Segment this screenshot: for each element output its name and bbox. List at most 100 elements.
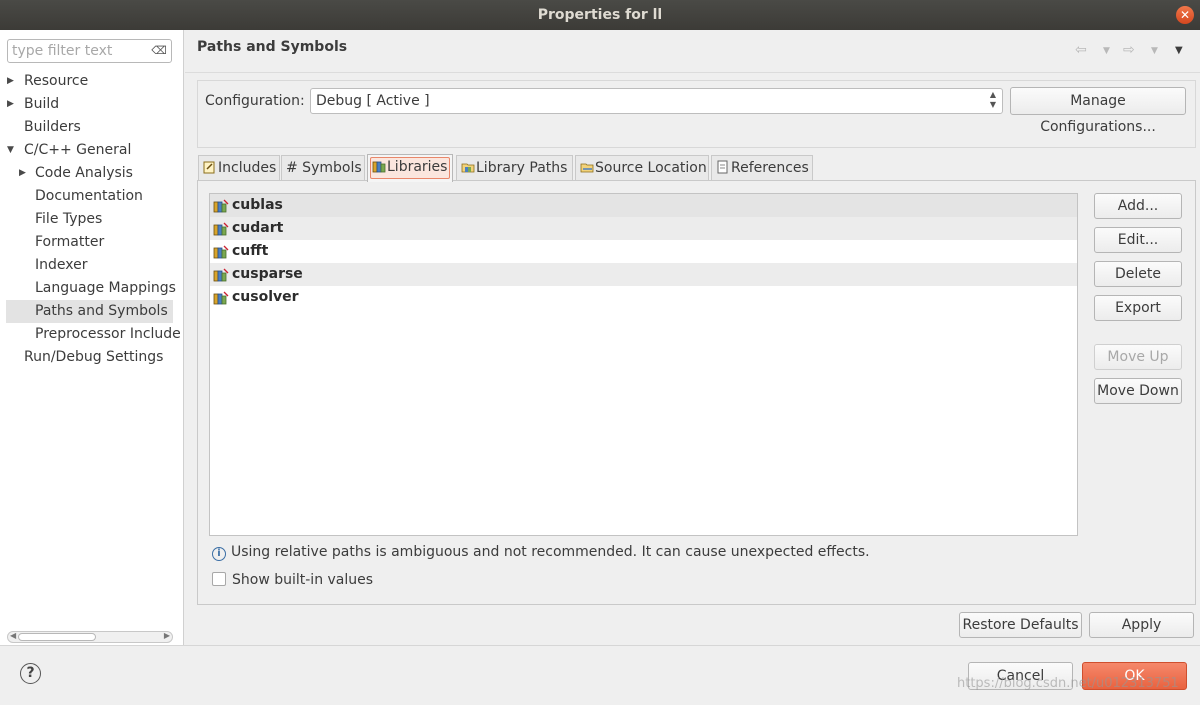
footer-separator xyxy=(0,645,1200,646)
library-name: cufft xyxy=(232,243,269,259)
show-builtin-checkbox[interactable] xyxy=(212,572,226,586)
move-down-button[interactable]: Move Down xyxy=(1094,378,1182,404)
header-separator xyxy=(185,72,1200,73)
expand-arrow-icon[interactable]: ▶ xyxy=(7,93,14,116)
libraries-tab-content: cublas cudart cufft cusparse cusolver Ad… xyxy=(197,180,1196,605)
libraries-list[interactable]: cublas cudart cufft cusparse cusolver xyxy=(209,193,1078,536)
tree-item-cpp-general[interactable]: ▼ C/C++ General xyxy=(0,139,183,162)
select-spinner-icon: ▲ ▼ xyxy=(989,90,996,109)
filter-input[interactable] xyxy=(12,40,150,62)
collapse-arrow-icon[interactable]: ▼ xyxy=(7,139,14,162)
tree-item-paths-and-symbols[interactable]: Paths and Symbols xyxy=(6,300,173,323)
tree-item-formatter[interactable]: Formatter xyxy=(0,231,183,254)
tree-item-run-debug-settings[interactable]: Run/Debug Settings xyxy=(0,346,183,369)
back-menu-icon[interactable]: ▼ xyxy=(1103,46,1110,56)
export-library-button[interactable]: Export xyxy=(1094,295,1182,321)
tree-item-language-mappings[interactable]: Language Mappings xyxy=(0,277,183,300)
libraries-icon xyxy=(372,157,387,173)
tree-item-label: Documentation xyxy=(35,188,143,204)
tab-label: Libraries xyxy=(387,159,448,175)
tree-item-label: Preprocessor Include xyxy=(35,326,181,342)
configuration-label: Configuration: xyxy=(205,93,305,109)
watermark: https://blog.csdn.net/u012313751 xyxy=(957,676,1179,691)
warning-text: Using relative paths is ambiguous and no… xyxy=(231,544,870,560)
tab-label: Includes xyxy=(218,160,277,176)
scroll-left-icon[interactable]: ◀ xyxy=(10,631,16,640)
library-paths-icon xyxy=(461,158,476,173)
tree-item-resource[interactable]: ▶ Resource xyxy=(0,70,183,93)
configuration-select[interactable]: Debug [ Active ] ▲ ▼ xyxy=(310,88,1003,114)
list-item[interactable]: cudart xyxy=(210,217,1077,240)
list-item[interactable]: cusolver xyxy=(210,286,1077,309)
restore-defaults-button[interactable]: Restore Defaults xyxy=(959,612,1082,638)
library-icon xyxy=(213,221,229,236)
library-name: cudart xyxy=(232,220,284,236)
library-name: cusolver xyxy=(232,289,299,305)
references-icon xyxy=(716,158,731,174)
tree-item-label: C/C++ General xyxy=(24,142,132,158)
library-name: cusparse xyxy=(232,266,303,282)
library-icon xyxy=(213,267,229,282)
window-title: Properties for ll xyxy=(537,7,663,23)
tree-item-label: Paths and Symbols xyxy=(35,303,168,319)
tree-item-label: Formatter xyxy=(35,234,105,250)
delete-library-button[interactable]: Delete xyxy=(1094,261,1182,287)
property-tree: ▶ Resource ▶ Build Builders ▼ C/C++ General… xyxy=(0,70,183,369)
tab-libraries[interactable]: Libraries xyxy=(367,154,453,182)
filter-box: ⌫ xyxy=(7,39,172,63)
forward-menu-icon[interactable]: ▼ xyxy=(1151,46,1158,56)
tree-item-indexer[interactable]: Indexer xyxy=(0,254,183,277)
edit-library-button[interactable]: Edit... xyxy=(1094,227,1182,253)
scrollbar-thumb[interactable] xyxy=(18,633,96,641)
tree-horizontal-scrollbar[interactable]: ◀ ▶ xyxy=(7,631,173,643)
source-folder-icon xyxy=(580,158,595,173)
relative-paths-warning: i Using relative paths is ambiguous and n… xyxy=(212,544,870,561)
scroll-right-icon[interactable]: ▶ xyxy=(164,631,170,640)
close-icon: ✕ xyxy=(1179,8,1191,22)
tree-item-label: Builders xyxy=(24,119,81,135)
tab-includes[interactable]: Includes xyxy=(198,155,280,181)
show-builtin-row[interactable]: Show built-in values xyxy=(212,572,373,588)
window-titlebar: Properties for ll ✕ xyxy=(0,0,1200,30)
expand-arrow-icon[interactable]: ▶ xyxy=(7,70,14,93)
configuration-value: Debug [ Active ] xyxy=(316,93,430,109)
tab-symbols[interactable]: # Symbols xyxy=(281,155,365,181)
library-name: cublas xyxy=(232,197,283,213)
manage-configurations-button[interactable]: Manage Configurations... xyxy=(1010,87,1186,135)
add-library-button[interactable]: Add... xyxy=(1094,193,1182,219)
history-nav: ⇦ ▼ ⇨ ▼ ▼ xyxy=(1073,42,1193,62)
list-item[interactable]: cublas xyxy=(210,194,1077,217)
left-panel: ⌫ ▶ Resource ▶ Build Builders ▼ C/C++ Gener… xyxy=(0,30,184,645)
list-item[interactable]: cufft xyxy=(210,240,1077,263)
page-title: Paths and Symbols xyxy=(197,39,348,55)
close-window-button[interactable]: ✕ xyxy=(1176,6,1194,24)
expand-arrow-icon[interactable]: ▶ xyxy=(19,162,26,185)
includes-icon xyxy=(203,158,218,174)
forward-arrow-icon[interactable]: ⇨ xyxy=(1123,42,1135,58)
tree-item-builders[interactable]: Builders xyxy=(0,116,183,139)
tab-source-location[interactable]: Source Location xyxy=(575,155,709,181)
tree-item-label: Build xyxy=(24,96,60,112)
tree-item-label: Code Analysis xyxy=(35,165,133,181)
tab-library-paths[interactable]: Library Paths xyxy=(456,155,573,181)
list-item[interactable]: cusparse xyxy=(210,263,1077,286)
tree-item-label: Indexer xyxy=(35,257,88,273)
apply-button[interactable]: Apply xyxy=(1089,612,1194,638)
tree-item-documentation[interactable]: Documentation xyxy=(0,185,183,208)
tab-references[interactable]: References xyxy=(711,155,813,181)
tree-item-preprocessor-include[interactable]: Preprocessor Include xyxy=(0,323,183,346)
clear-filter-icon[interactable]: ⌫ xyxy=(151,43,167,59)
view-menu-icon[interactable]: ▼ xyxy=(1175,45,1183,56)
tree-item-build[interactable]: ▶ Build xyxy=(0,93,183,116)
info-icon: i xyxy=(212,547,226,561)
help-icon[interactable]: ? xyxy=(20,663,41,684)
tab-bar: Includes # Symbols Libraries Library Pat… xyxy=(197,154,1196,182)
tree-item-label: Resource xyxy=(24,73,89,89)
back-arrow-icon[interactable]: ⇦ xyxy=(1075,42,1087,58)
move-up-button[interactable]: Move Up xyxy=(1094,344,1182,370)
tree-item-file-types[interactable]: File Types xyxy=(0,208,183,231)
tree-item-code-analysis[interactable]: ▶ Code Analysis xyxy=(0,162,183,185)
tab-label: # Symbols xyxy=(286,160,362,176)
tab-label: References xyxy=(731,160,809,176)
show-builtin-label: Show built-in values xyxy=(232,572,374,588)
